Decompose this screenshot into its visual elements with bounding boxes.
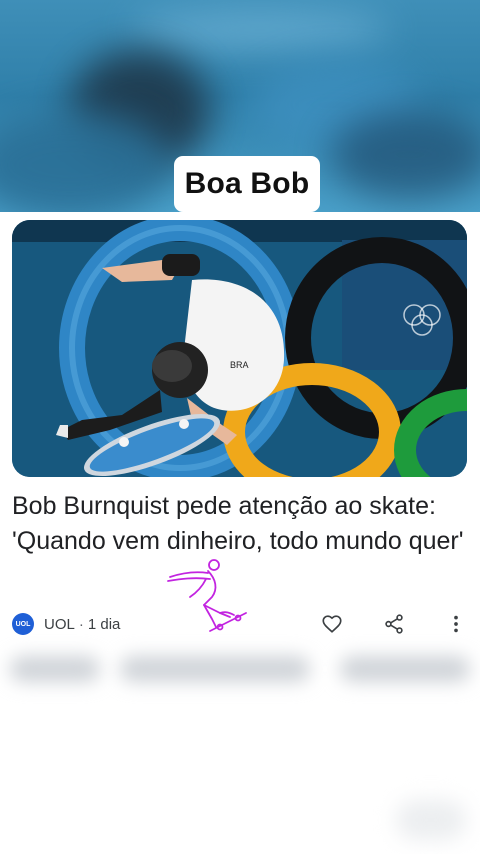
- article-meta: UOL UOL · 1 dia: [12, 612, 472, 636]
- blurred-spot: [396, 800, 466, 840]
- like-button[interactable]: [318, 610, 346, 638]
- skateboarder-photo: BRA: [12, 220, 467, 477]
- story-caption: Boa Bob: [174, 156, 320, 212]
- heart-icon: [322, 615, 342, 633]
- share-icon: [385, 614, 403, 634]
- source-logo: UOL: [12, 613, 34, 635]
- meta-separator: ·: [78, 615, 84, 633]
- news-card[interactable]: BRA Bob Burnquist pede atenção ao skate:…: [0, 212, 480, 644]
- source-name[interactable]: UOL: [44, 616, 75, 633]
- svg-text:BRA: BRA: [230, 360, 249, 370]
- article-headline[interactable]: Bob Burnquist pede atenção ao skate: 'Qu…: [12, 489, 472, 559]
- blurred-feed-row: [0, 640, 480, 700]
- story-caption-text: Boa Bob: [184, 167, 310, 200]
- article-photo[interactable]: BRA: [12, 220, 467, 477]
- share-button[interactable]: [380, 610, 408, 638]
- more-button[interactable]: [442, 610, 470, 638]
- article-time: 1 dia: [87, 615, 121, 633]
- more-vertical-icon: [454, 615, 458, 633]
